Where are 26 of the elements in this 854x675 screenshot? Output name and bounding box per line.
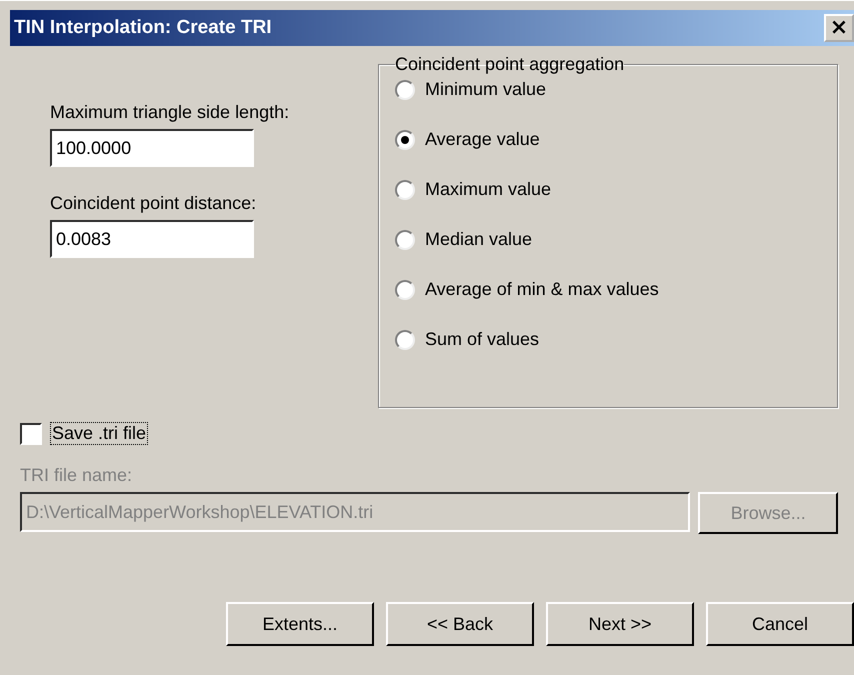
radio-button[interactable] [395, 230, 415, 250]
save-checkbox-option[interactable]: Save .tri file [20, 422, 838, 445]
radio-button[interactable] [395, 80, 415, 100]
radio-button[interactable] [395, 330, 415, 350]
dialog-button[interactable]: Cancel [706, 602, 854, 646]
radio-button[interactable] [395, 130, 415, 150]
window-title: TIN Interpolation: Create TRI [14, 17, 272, 39]
dialog-button[interactable]: Next >> [546, 602, 694, 646]
field-label: TRI file name: [20, 465, 134, 486]
radio-option[interactable]: Minimum value [395, 79, 821, 100]
close-button[interactable]: × [824, 14, 854, 42]
radio-option[interactable]: Sum of values [395, 329, 821, 350]
radio-option[interactable]: Average of min & max values [395, 279, 821, 300]
dialog-button[interactable]: Extents... [226, 602, 374, 646]
radio-option[interactable]: Median value [395, 229, 821, 250]
checkbox[interactable] [20, 422, 42, 444]
input-field[interactable]: 100.0000 [50, 129, 254, 167]
radio-option[interactable]: Maximum value [395, 179, 821, 200]
field-label: Maximum triangle side length: [50, 102, 290, 123]
field-label: Coincident point distance: [50, 193, 258, 214]
radio-option[interactable]: Average value [395, 129, 821, 150]
group-title: Coincident point aggregation [395, 54, 624, 75]
radio-button[interactable] [395, 180, 415, 200]
dialog-button[interactable]: << Back [386, 602, 534, 646]
radio-button[interactable] [395, 280, 415, 300]
input-field[interactable]: 0.0083 [50, 220, 254, 258]
